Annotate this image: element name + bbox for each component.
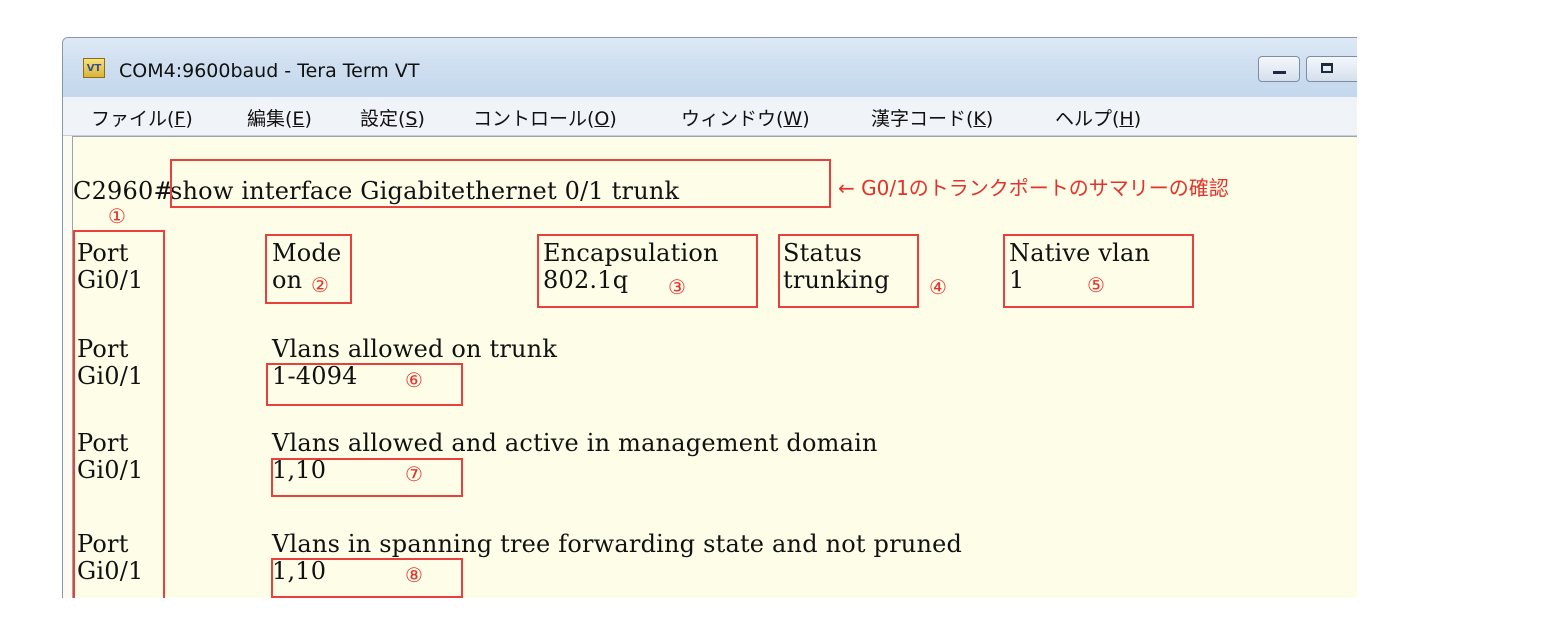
encapsulation-header: Encapsulation [543, 239, 719, 267]
marker-3: ③ [668, 275, 686, 299]
marker-8: ⑧ [405, 563, 423, 587]
menu-file[interactable]: ファイル(F) [91, 104, 193, 131]
menu-window[interactable]: ウィンドウ(W) [681, 104, 810, 131]
marker-1: ① [108, 204, 126, 228]
menu-control[interactable]: コントロール(O) [473, 104, 617, 131]
tera-term-app-icon[interactable]: VT [83, 58, 105, 78]
native-vlan-value: 1 [1009, 266, 1025, 294]
native-vlan-header: Native vlan [1009, 239, 1151, 267]
active-vlans-header: Vlans allowed and active in management d… [272, 429, 878, 457]
port-header: Port [77, 530, 129, 558]
title-bar[interactable]: VT COM4:9600baud - Tera Term VT [63, 38, 1357, 97]
marker-2: ② [311, 273, 329, 297]
forwarding-vlans-value: 1,10 [272, 557, 327, 585]
menu-help[interactable]: ヘルプ(H) [1055, 104, 1141, 131]
menu-edit[interactable]: 編集(E) [247, 104, 312, 131]
marker-6: ⑥ [405, 368, 423, 392]
encapsulation-value: 802.1q [543, 266, 629, 294]
marker-5: ⑤ [1087, 273, 1105, 297]
status-header: Status [783, 239, 863, 267]
terminal-prompt: C2960# [73, 177, 174, 205]
maximize-button[interactable] [1306, 56, 1357, 82]
port-value: Gi0/1 [77, 456, 144, 484]
minimize-icon [1273, 71, 1286, 74]
minimize-button[interactable] [1258, 56, 1300, 82]
terminal-screen[interactable]: C2960# show interface Gigabitethernet 0/… [72, 136, 1357, 598]
marker-4: ④ [929, 275, 947, 299]
port-header: Port [77, 335, 129, 363]
status-value: trunking [783, 266, 890, 294]
mode-value: on [272, 266, 303, 294]
marker-7: ⑦ [405, 462, 423, 486]
forwarding-vlans-header: Vlans in spanning tree forwarding state … [272, 530, 963, 558]
menu-bar: ファイル(F) 編集(E) 設定(S) コントロール(O) ウィンドウ(W) 漢… [63, 97, 1357, 136]
mode-header: Mode [272, 239, 342, 267]
tera-term-window: VT COM4:9600baud - Tera Term VT ファイル(F) … [62, 37, 1357, 598]
port-header: Port [77, 429, 129, 457]
command-highlight-box [170, 159, 831, 208]
menu-kanji-code[interactable]: 漢字コード(K) [871, 104, 993, 131]
maximize-icon [1321, 63, 1333, 73]
port-header: Port [77, 239, 129, 267]
command-annotation: ← G0/1のトランクポートのサマリーの確認 [838, 176, 1229, 200]
allowed-vlans-header: Vlans allowed on trunk [272, 335, 558, 363]
port-value: Gi0/1 [77, 557, 144, 585]
port-value: Gi0/1 [77, 362, 144, 390]
allowed-vlans-value: 1-4094 [272, 362, 358, 390]
port-value: Gi0/1 [77, 266, 144, 294]
active-vlans-value: 1,10 [272, 456, 327, 484]
menu-settings[interactable]: 設定(S) [360, 104, 425, 131]
window-title: COM4:9600baud - Tera Term VT [119, 60, 420, 82]
